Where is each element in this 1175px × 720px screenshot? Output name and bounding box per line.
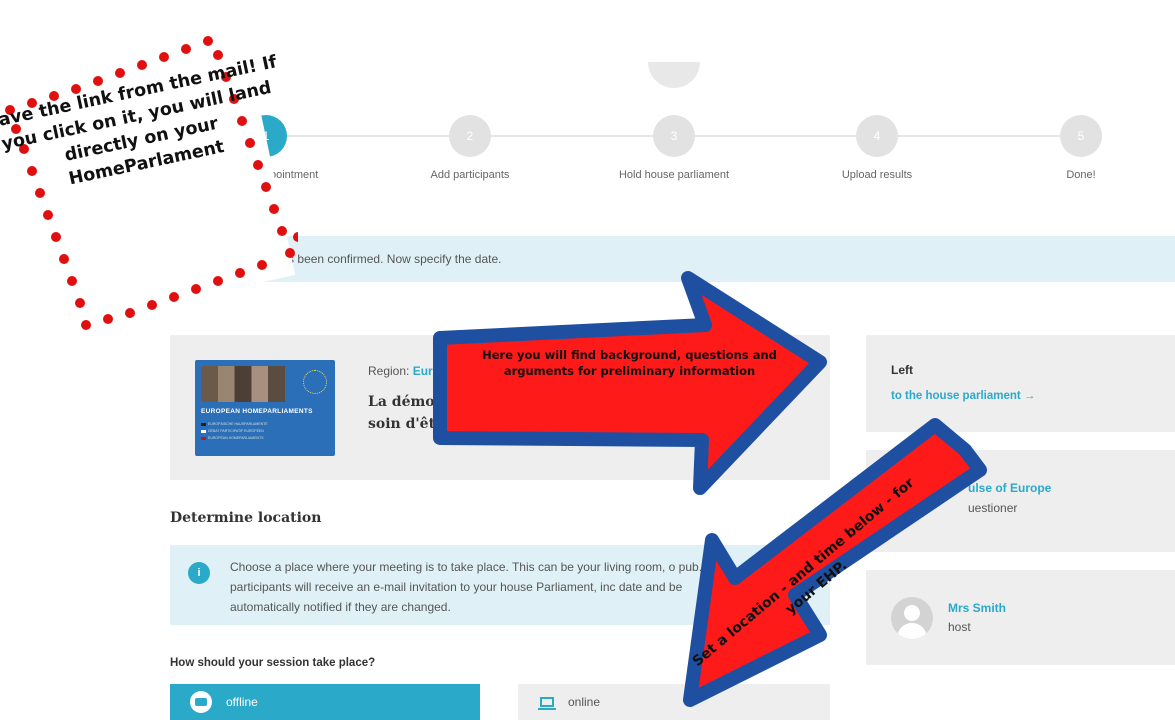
arrow-right-note: Here you will find background, questions… — [482, 348, 777, 378]
right-arrow — [433, 271, 827, 495]
